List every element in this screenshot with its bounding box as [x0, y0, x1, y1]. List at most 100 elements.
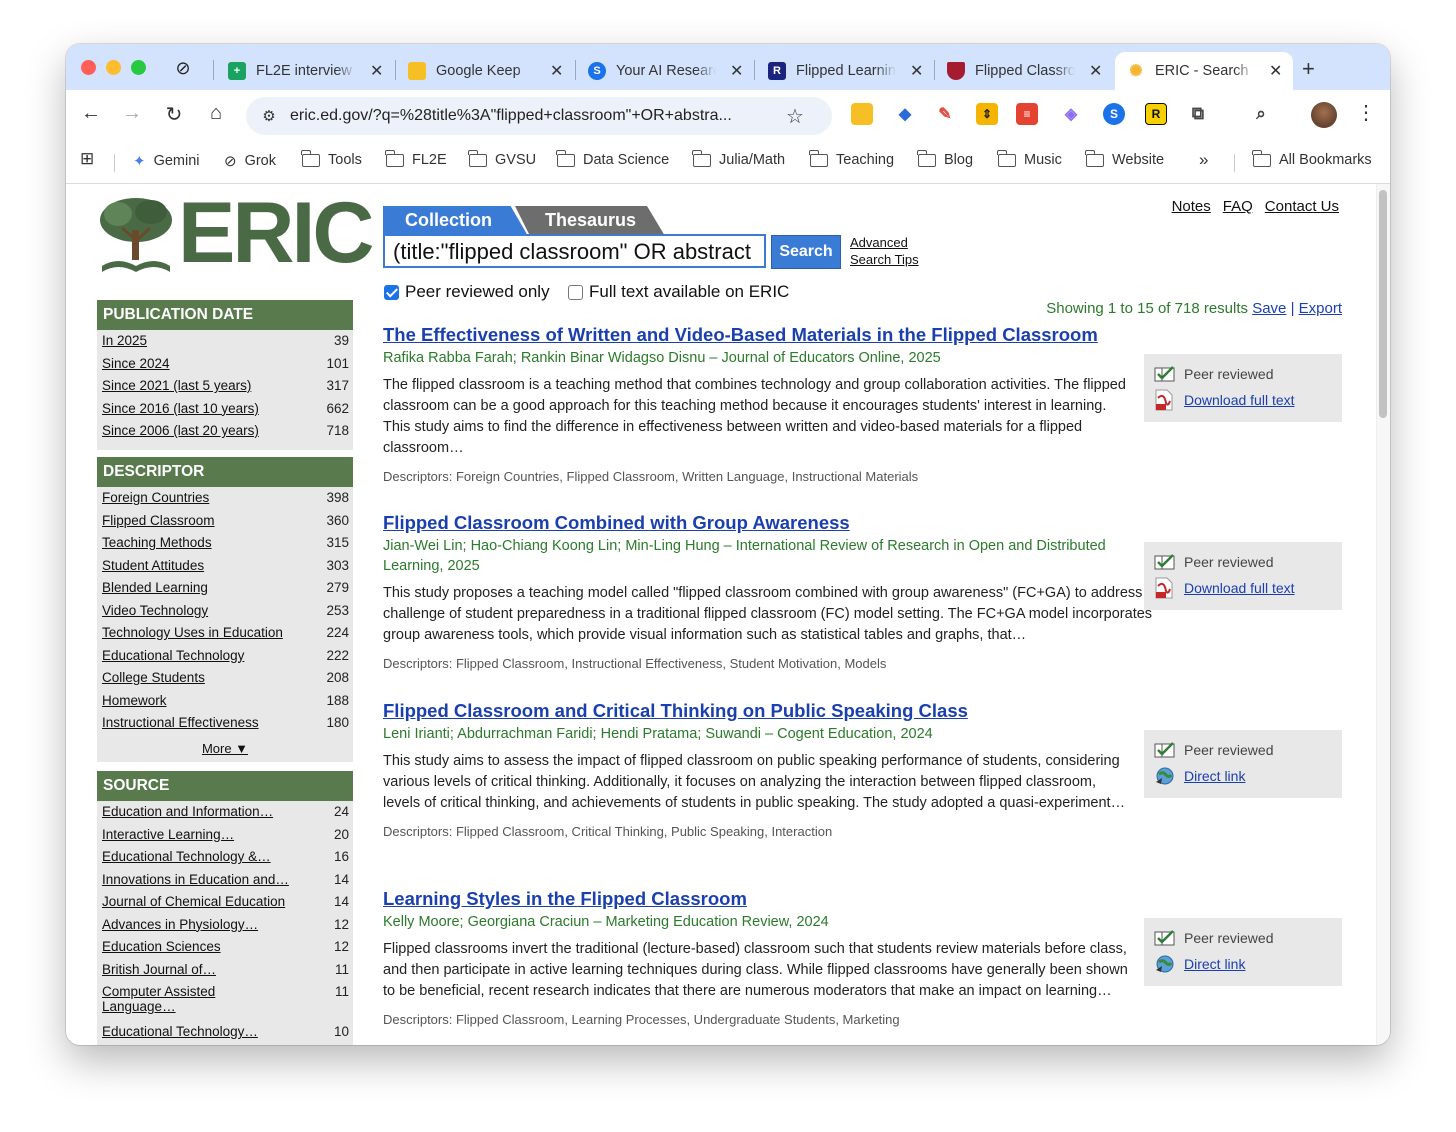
facet-link[interactable]: Educational Technology… — [102, 1024, 258, 1039]
result-title-link[interactable]: Flipped Classroom Combined with Group Aw… — [383, 512, 1183, 534]
keep-extension-icon[interactable] — [851, 103, 873, 125]
all-bookmarks-folder[interactable]: All Bookmarks — [1252, 149, 1372, 168]
facet-link[interactable]: Student Attitudes — [102, 558, 204, 573]
facet-link[interactable]: Since 2016 (last 10 years) — [102, 401, 259, 416]
tab-eric-search[interactable]: ✺ ERIC - Search ✕ — [1115, 52, 1293, 90]
scispace-extension-icon[interactable]: S — [1103, 103, 1125, 125]
result-title-link[interactable]: The Effectiveness of Written and Video-B… — [383, 324, 1183, 346]
facet-link[interactable]: Since 2021 (last 5 years) — [102, 378, 251, 393]
bookmark-folder-blog[interactable]: Blog — [917, 149, 973, 168]
tab-google-keep[interactable]: Google Keep ✕ — [396, 52, 573, 90]
eric-logo[interactable]: ERIC — [96, 190, 374, 276]
tab-flipped-classroom[interactable]: Flipped Classroom ✕ — [935, 52, 1112, 90]
facet-link[interactable]: College Students — [102, 670, 205, 685]
grok-pinned-tab[interactable]: ⊘ — [170, 55, 196, 81]
sort-extension-icon[interactable]: ⇕ — [976, 103, 998, 125]
facet-link[interactable]: Blended Learning — [102, 580, 208, 595]
profile-avatar[interactable] — [1311, 102, 1337, 128]
todoist-extension-icon[interactable]: ≡ — [1016, 103, 1038, 125]
facet-link[interactable]: Teaching Methods — [102, 535, 212, 550]
facet-link[interactable]: Education and Information… — [102, 804, 273, 819]
tab-flipped-learning[interactable]: R Flipped Learning ✕ — [756, 52, 933, 90]
facet-link[interactable]: Innovations in Education and… — [102, 872, 289, 887]
full-text-checkbox[interactable]: Full text available on ERIC — [568, 282, 789, 302]
close-tab-icon[interactable]: ✕ — [730, 61, 743, 81]
direct-link[interactable]: Direct link — [1184, 956, 1245, 972]
tab-search-icon[interactable]: ⌕ — [1250, 103, 1272, 125]
bookmark-folder-fl2e[interactable]: FL2E — [385, 149, 447, 168]
more-descriptors-link[interactable]: More ▼ — [202, 741, 248, 756]
bookmark-folder-tools[interactable]: Tools — [301, 149, 362, 168]
advanced-search-tips-link[interactable]: Advanced Search Tips — [850, 234, 919, 268]
search-input[interactable]: (title:"flipped classroom" OR abstract — [383, 234, 766, 268]
direct-link[interactable]: Direct link — [1184, 768, 1245, 784]
facet-link[interactable]: Foreign Countries — [102, 490, 209, 505]
facet-link[interactable]: Homework — [102, 693, 167, 708]
facet-link[interactable]: Educational Technology — [102, 648, 244, 663]
bookmark-folder-julia-math[interactable]: Julia/Math — [692, 149, 785, 168]
faq-link[interactable]: FAQ — [1223, 198, 1253, 215]
minimize-window-button[interactable] — [106, 60, 121, 75]
bookmark-grok[interactable]: ⊘ Grok — [224, 152, 276, 170]
address-bar[interactable]: ⚙ eric.ed.gov/?q=%28title%3A"flipped+cla… — [246, 97, 832, 135]
facet-link[interactable]: Video Technology — [102, 603, 208, 618]
download-full-text-link[interactable]: Download full text — [1184, 392, 1295, 408]
notes-link[interactable]: Notes — [1172, 198, 1211, 215]
pen-extension-icon[interactable]: ✎ — [934, 103, 956, 125]
back-arrow-icon[interactable]: ← — [78, 102, 104, 125]
facet-link[interactable]: In 2025 — [102, 333, 147, 348]
result-title-link[interactable]: Learning Styles in the Flipped Classroom — [383, 888, 1183, 910]
bookmark-gemini[interactable]: ✦ Gemini — [133, 152, 200, 170]
peer-reviewed-checkbox[interactable]: Peer reviewed only — [384, 282, 550, 302]
bookmark-folder-website[interactable]: Website — [1085, 149, 1164, 168]
bookmark-folder-data-science[interactable]: Data Science — [556, 149, 669, 168]
bookmark-folder-teaching[interactable]: Teaching — [809, 149, 894, 168]
facet-link[interactable]: Since 2006 (last 20 years) — [102, 423, 259, 438]
checkbox-checked[interactable] — [384, 284, 399, 300]
close-window-button[interactable] — [81, 60, 96, 75]
reload-icon[interactable]: ↻ — [161, 102, 187, 127]
tab-ai-research[interactable]: S Your AI Research ✕ — [576, 52, 753, 90]
tab-collection[interactable]: Collection — [383, 206, 528, 236]
save-link[interactable]: Save — [1252, 300, 1286, 317]
result-title-link[interactable]: Flipped Classroom and Critical Thinking … — [383, 700, 1183, 722]
close-tab-icon[interactable]: ✕ — [910, 61, 923, 81]
bookmark-folder-gvsu[interactable]: GVSU — [468, 149, 536, 168]
facet-link[interactable]: Educational Technology &… — [102, 849, 271, 864]
facet-link[interactable]: British Journal of… — [102, 962, 216, 977]
r-extension-icon[interactable]: R — [1145, 103, 1167, 125]
site-settings-icon[interactable]: ⚙ — [256, 107, 282, 125]
scholar-extension-icon[interactable]: ◆ — [894, 103, 916, 125]
facet-link[interactable]: Instructional Effectiveness — [102, 715, 259, 730]
scrollbar-thumb[interactable] — [1379, 190, 1387, 418]
facet-link[interactable]: Technology Uses in Education — [102, 625, 283, 640]
export-link[interactable]: Export — [1299, 300, 1342, 317]
bookmark-star-icon[interactable]: ☆ — [786, 104, 804, 129]
kebab-menu-icon[interactable]: ⋮ — [1356, 100, 1376, 125]
facet-link[interactable]: Computer Assisted Language… — [102, 984, 252, 1014]
obsidian-extension-icon[interactable]: ◈ — [1060, 103, 1082, 125]
bookmarks-overflow-icon[interactable]: » — [1199, 150, 1208, 170]
contact-us-link[interactable]: Contact Us — [1265, 198, 1339, 215]
puzzle-extensions-icon[interactable]: ⧉ — [1187, 103, 1209, 125]
home-icon[interactable]: ⌂ — [203, 102, 229, 125]
close-tab-icon[interactable]: ✕ — [1089, 61, 1102, 81]
checkbox-unchecked[interactable] — [568, 284, 583, 300]
close-tab-icon[interactable]: ✕ — [1269, 61, 1282, 81]
tab-thesaurus[interactable]: Thesaurus — [515, 206, 665, 236]
facet-link[interactable]: Journal of Chemical Education — [102, 894, 285, 909]
url-text[interactable]: eric.ed.gov/?q=%28title%3A"flipped+class… — [290, 107, 776, 125]
facet-link[interactable]: Interactive Learning… — [102, 827, 234, 842]
page-scrollbar[interactable] — [1376, 184, 1390, 1045]
zoom-window-button[interactable] — [131, 60, 146, 75]
facet-link[interactable]: Education Sciences — [102, 939, 221, 954]
facet-link[interactable]: Advances in Physiology… — [102, 917, 258, 932]
bookmark-folder-music[interactable]: Music — [997, 149, 1062, 168]
search-button[interactable]: Search — [771, 235, 841, 269]
new-tab-button[interactable]: + — [1302, 56, 1315, 82]
forward-arrow-icon[interactable]: → — [119, 102, 145, 125]
facet-link[interactable]: Since 2024 — [102, 356, 170, 371]
facet-link[interactable]: Flipped Classroom — [102, 513, 215, 528]
download-full-text-link[interactable]: Download full text — [1184, 580, 1295, 596]
tab-fl2e-interview[interactable]: + FL2E interview ✕ — [216, 52, 393, 90]
